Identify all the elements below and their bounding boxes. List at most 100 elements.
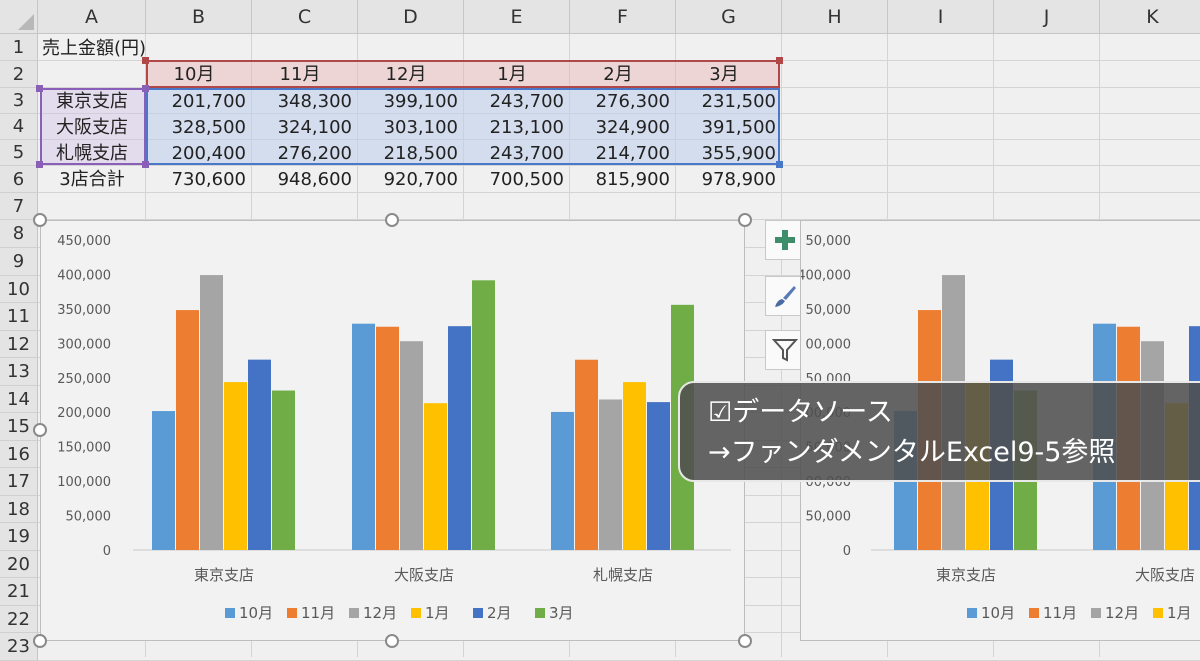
range-border-purple [40,88,146,165]
legend-swatch [287,608,297,618]
range-handle[interactable] [776,161,783,168]
column-header-e[interactable]: E [464,0,570,34]
legend-swatch [535,608,545,618]
bar-3月-東京支店[interactable] [272,390,295,550]
range-handle[interactable] [142,57,149,64]
resize-handle[interactable] [738,634,752,648]
sheet-title[interactable]: 売上金額(円) [42,36,146,61]
row-header-3[interactable]: 3 [0,88,38,114]
gridline-horizontal [38,192,1200,193]
range-border-blue [146,88,780,165]
range-handle[interactable] [36,161,43,168]
row-header-17[interactable]: 17 [0,468,38,496]
total-value-cell[interactable]: 815,900 [570,167,670,192]
range-handle[interactable] [142,161,149,168]
legend-swatch [967,608,977,618]
bar-2月-東京支店[interactable] [248,359,271,550]
total-value-cell[interactable]: 700,500 [464,167,564,192]
legend-swatch [1029,608,1039,618]
row-header-5[interactable]: 5 [0,140,38,166]
y-tick-label: 350,000 [57,303,111,318]
total-label-cell[interactable]: 3店合計 [40,167,144,192]
row-header-11[interactable]: 11 [0,303,38,331]
row-header-8[interactable]: 8 [0,220,38,248]
row-header-10[interactable]: 10 [0,276,38,303]
column-header-i[interactable]: I [888,0,994,34]
legend-label: 12月 [363,604,397,622]
bar-11月-札幌支店[interactable] [575,359,598,550]
column-header-c[interactable]: C [252,0,358,34]
y-tick-label: 50,000 [806,510,852,525]
row-header-16[interactable]: 16 [0,441,38,468]
legend-swatch [473,608,483,618]
resize-handle[interactable] [33,213,47,227]
total-value-cell[interactable]: 730,600 [146,167,246,192]
column-header-g[interactable]: G [676,0,782,34]
category-label: 大阪支店 [1135,566,1195,584]
legend-label: 11月 [301,604,335,622]
column-header-d[interactable]: D [358,0,464,34]
bar-1月-札幌支店[interactable] [623,382,646,550]
row-header-21[interactable]: 21 [0,578,38,606]
total-value-cell[interactable]: 978,900 [676,167,776,192]
row-header-2[interactable]: 2 [0,61,38,88]
resize-handle[interactable] [738,213,752,227]
row-header-4[interactable]: 4 [0,114,38,140]
y-tick-label: 50,000 [806,303,852,318]
column-chart[interactable]: 450,000 400,000 350,000 300,000 250,000 200,0… [40,220,745,641]
resize-handle[interactable] [385,213,399,227]
resize-handle[interactable] [33,634,47,648]
legend-label: 1月 [425,604,450,622]
bar-1月-東京支店[interactable] [224,382,247,550]
select-all-corner[interactable] [0,0,38,34]
row-header-12[interactable]: 12 [0,331,38,358]
row-header-14[interactable]: 14 [0,386,38,413]
column-header-j[interactable]: J [994,0,1100,34]
bar-11月-東京支店[interactable] [176,310,199,550]
row-header-6[interactable]: 6 [0,166,38,193]
chart-elements-button[interactable] [765,220,805,260]
y-tick-label: 400,000 [57,268,111,283]
bar-11月-大阪支店[interactable] [376,326,399,550]
bar-10月-東京支店[interactable] [152,411,175,550]
legend-label: 12月 [1105,604,1139,622]
y-tick-label: 0 [843,544,851,559]
column-header-a[interactable]: A [38,0,146,34]
column-header-f[interactable]: F [570,0,676,34]
range-handle[interactable] [776,57,783,64]
bar-2月-大阪支店[interactable] [448,326,471,550]
bar-12月-札幌支店[interactable] [599,399,622,550]
y-tick-label: 200,000 [57,406,111,421]
resize-handle[interactable] [33,423,47,437]
column-header-k[interactable]: K [1100,0,1200,34]
resize-handle[interactable] [385,634,399,648]
caption-overlay: ☑データソース →ファンダメンタルExcel9-5参照 [678,381,1200,482]
bar-12月-東京支店[interactable] [200,275,223,550]
row-header-20[interactable]: 20 [0,551,38,578]
bar-2月-札幌支店[interactable] [647,402,670,550]
row-header-19[interactable]: 19 [0,523,38,551]
row-header-1[interactable]: 1 [0,34,38,61]
brush-icon [775,286,796,307]
legend-swatch [1091,608,1101,618]
row-header-13[interactable]: 13 [0,358,38,386]
range-handle[interactable] [142,85,149,92]
row-header-18[interactable]: 18 [0,496,38,523]
row-header-22[interactable]: 22 [0,606,38,633]
bar-10月-大阪支店[interactable] [352,323,375,550]
total-value-cell[interactable]: 948,600 [252,167,352,192]
chart-filters-button[interactable] [765,330,805,370]
chart-styles-button[interactable] [765,276,805,316]
y-tick-label: 250,000 [57,372,111,387]
total-value-cell[interactable]: 920,700 [358,167,458,192]
legend-swatch [225,608,235,618]
row-header-9[interactable]: 9 [0,248,38,276]
column-header-b[interactable]: B [146,0,252,34]
row-header-7[interactable]: 7 [0,193,38,220]
bar-12月-大阪支店[interactable] [400,341,423,550]
bar-3月-大阪支店[interactable] [472,280,495,550]
bar-10月-札幌支店[interactable] [551,411,574,550]
range-handle[interactable] [36,85,43,92]
bar-1月-大阪支店[interactable] [424,403,447,550]
column-header-h[interactable]: H [782,0,888,34]
